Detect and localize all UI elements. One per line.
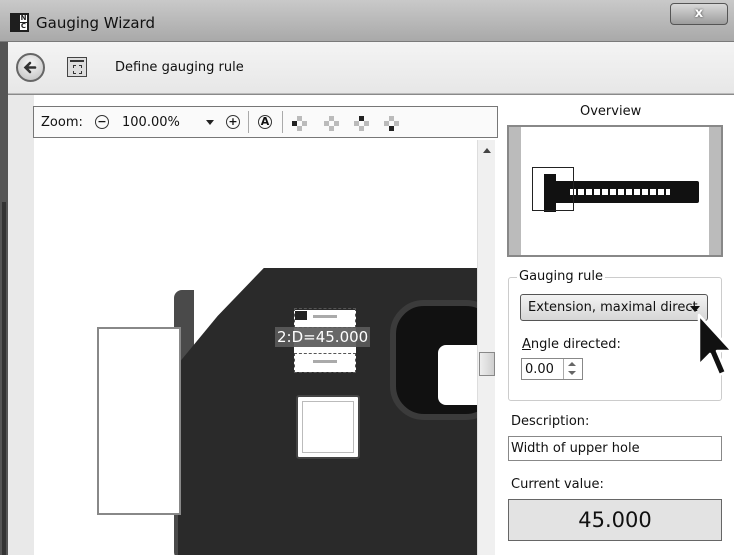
roi-bottom-edge[interactable]: [294, 353, 356, 373]
overview-viewport-rect[interactable]: [532, 167, 574, 211]
pan-down-icon[interactable]: [384, 116, 400, 132]
pan-left-icon[interactable]: [292, 116, 308, 132]
current-value-display: 45.000: [508, 499, 722, 541]
zoom-dropdown-icon[interactable]: [206, 120, 214, 125]
description-label: Description:: [511, 414, 590, 429]
zoom-value[interactable]: 100.00%: [122, 115, 180, 130]
wizard-header: Define gauging rule: [8, 42, 734, 94]
spin-up-icon[interactable]: [568, 362, 576, 366]
gauge-outline-box[interactable]: [97, 327, 181, 515]
lower-hole: [296, 395, 360, 459]
gauging-step-icon: [67, 57, 87, 77]
zoom-toolbar: Zoom: − 100.00% + A: [33, 106, 498, 138]
left-frame: [8, 95, 34, 555]
pan-right-icon[interactable]: [324, 116, 340, 132]
zoom-out-icon[interactable]: −: [95, 115, 109, 129]
title-bar[interactable]: N C Gauging Wizard x: [0, 0, 734, 42]
current-value-label: Current value:: [511, 477, 604, 492]
gauging-rule-legend: Gauging rule: [517, 269, 605, 284]
back-button[interactable]: [16, 53, 45, 82]
description-field[interactable]: [508, 436, 722, 461]
roi-marker-icon: [295, 311, 307, 320]
image-viewport[interactable]: 2:D=45.000: [35, 140, 495, 555]
gauging-rule-select[interactable]: Extension, maximal direct: [520, 294, 708, 321]
app-icon: N C: [10, 13, 29, 32]
chevron-down-icon: [690, 306, 700, 312]
step-title: Define gauging rule: [115, 60, 244, 75]
scroll-up-icon[interactable]: [483, 148, 491, 153]
spin-down-icon[interactable]: [568, 371, 576, 375]
zoom-in-icon[interactable]: +: [226, 115, 240, 129]
scroll-thumb[interactable]: [479, 352, 495, 376]
zoom-label: Zoom:: [41, 115, 83, 130]
overview-panel[interactable]: [507, 125, 723, 257]
gauging-rule-value: Extension, maximal direct: [528, 300, 698, 315]
vertical-scrollbar[interactable]: [477, 140, 495, 555]
close-button[interactable]: x: [670, 3, 728, 25]
measurement-label: 2:D=45.000: [275, 327, 371, 347]
mouse-cursor-icon: [697, 313, 734, 377]
background-window-strip: [0, 42, 8, 555]
overview-label: Overview: [580, 104, 642, 119]
gauging-wizard-window: N C Gauging Wizard x Define gauging rule…: [0, 0, 734, 555]
angle-directed-label: Angle directed:: [522, 337, 621, 352]
window-title: Gauging Wizard: [36, 14, 155, 32]
back-arrow-icon: [23, 61, 37, 74]
zoom-fit-icon[interactable]: A: [258, 115, 272, 129]
pan-up-icon[interactable]: [354, 116, 370, 132]
angle-spinner[interactable]: [563, 359, 581, 379]
